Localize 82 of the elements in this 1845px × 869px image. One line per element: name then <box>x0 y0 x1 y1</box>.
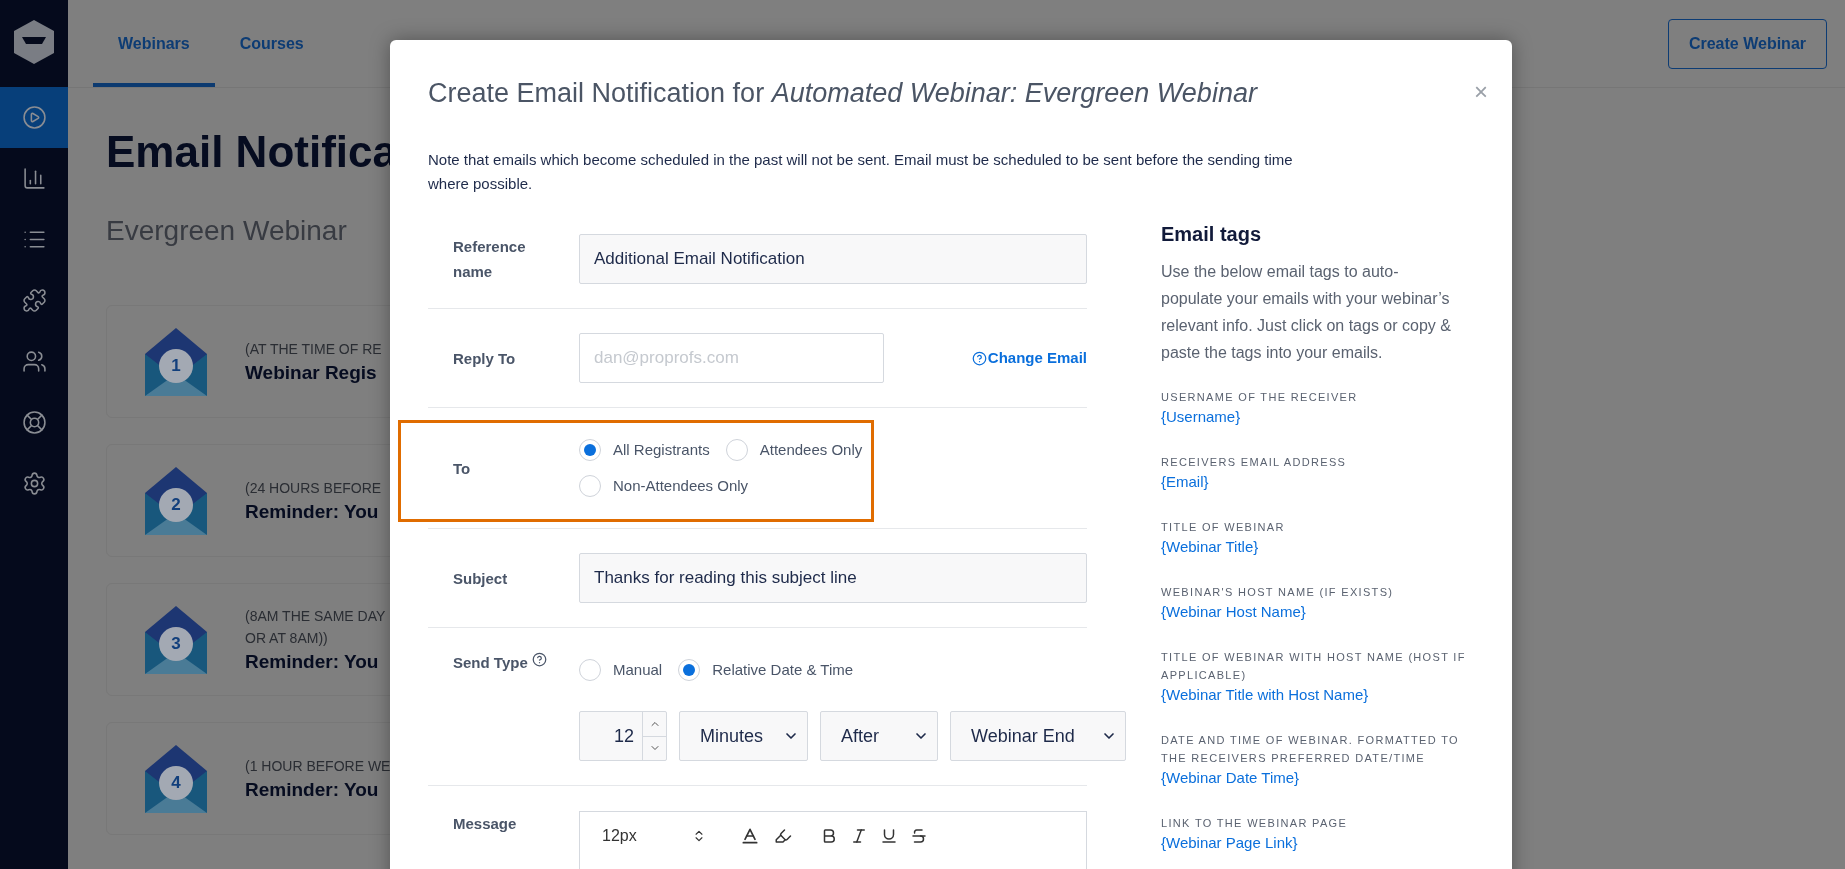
radio-label: Relative Date & Time <box>712 659 854 680</box>
field-label: Reference name <box>453 237 527 282</box>
direction-select[interactable]: After <box>820 711 938 761</box>
puzzle-icon <box>21 288 47 313</box>
card-title: Reminder: You <box>245 499 380 524</box>
envelope-number: 2 <box>170 494 182 515</box>
tag-description: DATE AND TIME OF WEBINAR. FORMATTED TO THE RECEIVERS PREFERRED DATE/TIME <box>1161 733 1460 766</box>
anchor-select[interactable]: Webinar End <box>950 711 1126 761</box>
help-icon <box>531 652 547 667</box>
card-timing: OR AT 8AM)) <box>245 628 329 648</box>
sidebar-item[interactable] <box>0 87 68 148</box>
close-button[interactable]: × <box>1474 80 1488 104</box>
logo-icon <box>14 20 54 64</box>
modal-note: Note that emails which become scheduled in the past will not be sent. Email must be scheduled to be sent before the sending time where possible. <box>428 150 1294 194</box>
tag-description: WEBINAR'S HOST NAME (IF EXISTS) <box>1161 585 1394 600</box>
people-icon <box>21 349 47 374</box>
help-icon <box>971 350 987 366</box>
card-timing: (AT THE TIME OF RE <box>245 339 382 359</box>
play-icon <box>21 105 47 130</box>
field-label: Message <box>453 814 518 834</box>
bar-chart-icon <box>21 166 47 191</box>
font-size-select[interactable]: 12px <box>602 824 692 848</box>
envelope-icon <box>145 744 207 813</box>
field-label: Subject <box>453 568 509 589</box>
card-timing: (1 HOUR BEFORE WE <box>245 756 391 776</box>
card-title: Reminder: You <box>245 777 380 802</box>
radio-button[interactable] <box>579 659 601 681</box>
unit-select[interactable]: Minutes <box>679 711 808 761</box>
tag-link[interactable]: {Webinar Host Name} <box>1161 601 1306 623</box>
nav-tab[interactable]: Courses <box>214 0 329 87</box>
number-value: 12 <box>612 725 635 748</box>
tag-link[interactable]: {Username} <box>1161 406 1241 428</box>
reference-name-field[interactable]: Additional Email Notification <box>579 234 1087 284</box>
page-subtitle: Evergreen Webinar <box>106 214 348 248</box>
radio-button[interactable] <box>725 439 748 461</box>
field-label: Send Type <box>453 653 528 673</box>
radio-label: All Registrants <box>613 439 710 460</box>
modal-title: Create Email Notification for Automated Webinar: Evergreen Webinar <box>428 77 1257 110</box>
underline-icon[interactable] <box>880 827 898 845</box>
strikethrough-icon[interactable] <box>910 827 928 845</box>
card-timing: (24 HOURS BEFORE <box>245 478 382 498</box>
reply-to-field[interactable]: dan@proprofs.com <box>579 333 884 383</box>
envelope-icon <box>145 605 207 674</box>
create-webinar-button[interactable]: Create Webinar <box>1667 18 1827 69</box>
envelope-icon <box>145 327 207 396</box>
change-email-link[interactable]: Change Email <box>987 346 1087 370</box>
highlight-icon[interactable] <box>774 827 792 845</box>
radio-label: Non-Attendees Only <box>613 475 749 496</box>
radio-button[interactable] <box>579 439 601 461</box>
settings-icon <box>21 471 47 496</box>
envelope-number: 1 <box>170 355 182 376</box>
tag-link[interactable]: {Webinar Title} <box>1161 536 1259 558</box>
tag-link[interactable]: {Email} <box>1161 471 1209 493</box>
tags-title: Email tags <box>1161 222 1263 247</box>
card-timing: (8AM THE SAME DAY <box>245 606 386 626</box>
subject-field[interactable]: Thanks for reading this subject line <box>579 553 1087 603</box>
tag-description: USERNAME OF THE RECEIVER <box>1161 390 1358 405</box>
lifebuoy-icon <box>21 410 47 435</box>
card-title: Webinar Regis <box>245 360 378 385</box>
tag-description: TITLE OF WEBINAR WITH HOST NAME (HOST IF APPLICABLE) <box>1161 650 1467 683</box>
tags-intro: Use the below email tags to auto-populate your emails with your webinar’s relevant info. Just click on tags or copy & paste the tags into your emails. <box>1161 262 1452 363</box>
italic-icon[interactable] <box>850 827 868 845</box>
field-label: Reply To <box>453 348 517 369</box>
text-color-icon[interactable] <box>740 826 760 846</box>
tag-link[interactable]: {Webinar Date Time} <box>1161 767 1300 789</box>
message-editor[interactable]: 12px <box>579 811 1087 869</box>
page-title: Email Notifica <box>106 126 390 178</box>
radio-button[interactable] <box>678 659 701 681</box>
nav-tab[interactable]: Webinars <box>93 0 215 87</box>
radio-label: Manual <box>613 659 663 680</box>
tag-description: TITLE OF WEBINAR <box>1161 520 1285 535</box>
card-title: Reminder: You <box>245 649 380 674</box>
tag-link[interactable]: {Webinar Title with Host Name} <box>1161 684 1369 706</box>
envelope-icon <box>145 466 207 535</box>
tag-description: RECEIVERS EMAIL ADDRESS <box>1161 455 1347 470</box>
tag-description: LINK TO THE WEBINAR PAGE <box>1161 816 1348 831</box>
envelope-number: 4 <box>170 772 182 793</box>
radio-button[interactable] <box>579 475 601 497</box>
tag-link[interactable]: {Webinar Page Link} <box>1161 832 1298 854</box>
radio-label: Attendees Only <box>759 439 863 460</box>
field-label: To <box>453 458 472 479</box>
envelope-number: 3 <box>170 633 182 654</box>
